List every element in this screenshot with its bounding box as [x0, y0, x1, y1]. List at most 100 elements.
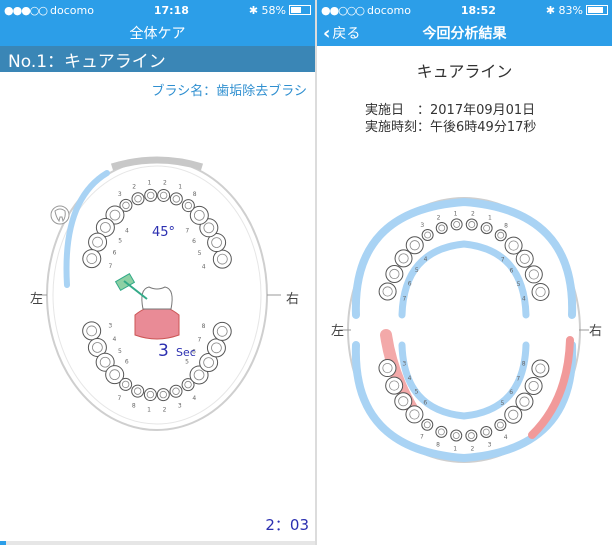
chevron-left-icon: ‹ — [323, 22, 331, 44]
tooth — [385, 264, 404, 283]
tooth-number: 1 — [454, 210, 458, 217]
tooth-number: 4 — [125, 227, 129, 234]
tooth-number: 7 — [402, 295, 406, 302]
tooth — [421, 228, 434, 241]
tooth-number: 8 — [504, 222, 508, 229]
tooth-number: 5 — [415, 267, 419, 274]
tooth — [450, 429, 463, 442]
tooth-number: 6 — [423, 400, 427, 407]
tooth-number: 3 — [108, 322, 112, 329]
tooth — [435, 221, 448, 234]
tooth-number: 2 — [163, 407, 167, 414]
battery-icon — [586, 5, 608, 15]
tooth-number: 8 — [132, 403, 136, 410]
routine-title: キュアライン — [416, 62, 513, 81]
tooth — [157, 188, 171, 202]
tooth-number: 2 — [471, 446, 475, 453]
status-time: 17:18 — [153, 3, 189, 17]
tooth-number: 3 — [420, 222, 424, 229]
tooth — [378, 359, 397, 378]
tooth — [131, 384, 145, 398]
tooth-number: 5 — [517, 281, 521, 288]
tooth — [524, 377, 543, 396]
tooth — [524, 265, 543, 284]
left-phone-screen: ●●●○○ docomo 17:18 ✱ 58% 全体ケア No.1：キュアライ… — [0, 0, 315, 545]
tooth — [480, 222, 493, 235]
bluetooth-icon: ✱ — [545, 3, 556, 17]
tooth — [385, 376, 404, 395]
tooth-number: 6 — [408, 280, 412, 287]
tooth-number: 5 — [198, 250, 202, 257]
tooth-number: 1 — [453, 445, 457, 452]
tooth-number: 8 — [436, 441, 440, 448]
tooth — [169, 384, 183, 398]
tooth — [378, 282, 397, 301]
tooth-number: 5 — [501, 400, 505, 407]
routine-header: No.1：キュアライン — [0, 46, 315, 72]
battery-percent: 58% — [261, 3, 286, 17]
tooth-number: 2 — [132, 183, 136, 190]
carrier-label: docomo — [50, 3, 94, 17]
tooth-number: 5 — [185, 359, 189, 366]
tooth-number: 6 — [509, 268, 513, 275]
tooth — [131, 192, 145, 206]
tooth-number: 5 — [118, 348, 122, 355]
session-info: 実施日 ：2017年09月01日 実施時刻：午後6時49分17秒 — [365, 102, 612, 136]
tooth — [206, 338, 226, 358]
brushing-guide-diagram: 12345673456781 23456784567812 左 右 45° 3 S… — [30, 156, 299, 431]
tooth — [515, 392, 534, 411]
tooth — [465, 218, 478, 231]
seconds-value: 3 — [158, 341, 169, 361]
battery-percent: 83% — [558, 3, 583, 17]
nav-title: 全体ケア — [129, 26, 186, 42]
tooth — [405, 405, 424, 424]
battery-icon — [289, 5, 311, 15]
tooth-number: 7 — [420, 434, 424, 441]
tooth — [144, 188, 158, 202]
tooth — [450, 218, 463, 231]
seconds-unit: Sec — [176, 346, 196, 359]
back-label: 戻る — [332, 26, 361, 42]
left-side-label: 左 — [30, 292, 43, 307]
right-side-label: 右 — [589, 324, 602, 339]
tooth-number: 4 — [424, 256, 428, 263]
tooth — [531, 282, 550, 301]
bluetooth-icon: ✱ — [248, 3, 259, 17]
tooth — [494, 419, 507, 432]
tooth-number: 4 — [408, 375, 412, 382]
tooth-number: 7 — [117, 395, 121, 402]
tooth-number: 1 — [178, 183, 182, 190]
tooth-number: 7 — [185, 228, 189, 235]
tooth-number: 4 — [522, 296, 526, 303]
progress-bar — [0, 541, 315, 545]
tooth-number: 8 — [193, 191, 197, 198]
nav-title: 今回分析結果 — [422, 26, 507, 42]
tooth-number: 3 — [488, 442, 492, 449]
tooth — [169, 192, 183, 206]
analysis-result-diagram: 12345673456781 23456784567812 左 右 — [331, 197, 602, 463]
tooth — [504, 236, 523, 255]
tooth-number: 3 — [178, 403, 182, 410]
tooth-number: 7 — [501, 256, 505, 263]
tooth-number: 7 — [109, 263, 113, 270]
tooth — [181, 199, 195, 213]
carrier-label: docomo — [367, 3, 411, 17]
tooth-number: 7 — [516, 376, 520, 383]
tooth — [82, 249, 102, 269]
tooth-number: 5 — [415, 388, 419, 395]
left-side-label: 左 — [331, 324, 344, 339]
brush-angle: 45° — [152, 225, 175, 240]
tooth-number: 1 — [147, 406, 151, 413]
tooth — [212, 321, 232, 341]
tooth-number: 8 — [522, 361, 526, 368]
back-button[interactable]: ‹ 戻る — [323, 20, 360, 46]
tooth — [156, 388, 170, 402]
tooth-number: 5 — [118, 238, 122, 245]
tooth — [480, 426, 493, 439]
tooth-number: 1 — [488, 215, 492, 222]
tooth-number: 2 — [437, 214, 441, 221]
tooth-number: 2 — [163, 180, 167, 187]
tooth-number: 4 — [202, 264, 206, 271]
tooth-number: 4 — [504, 434, 508, 441]
tooth-number: 4 — [192, 395, 196, 402]
